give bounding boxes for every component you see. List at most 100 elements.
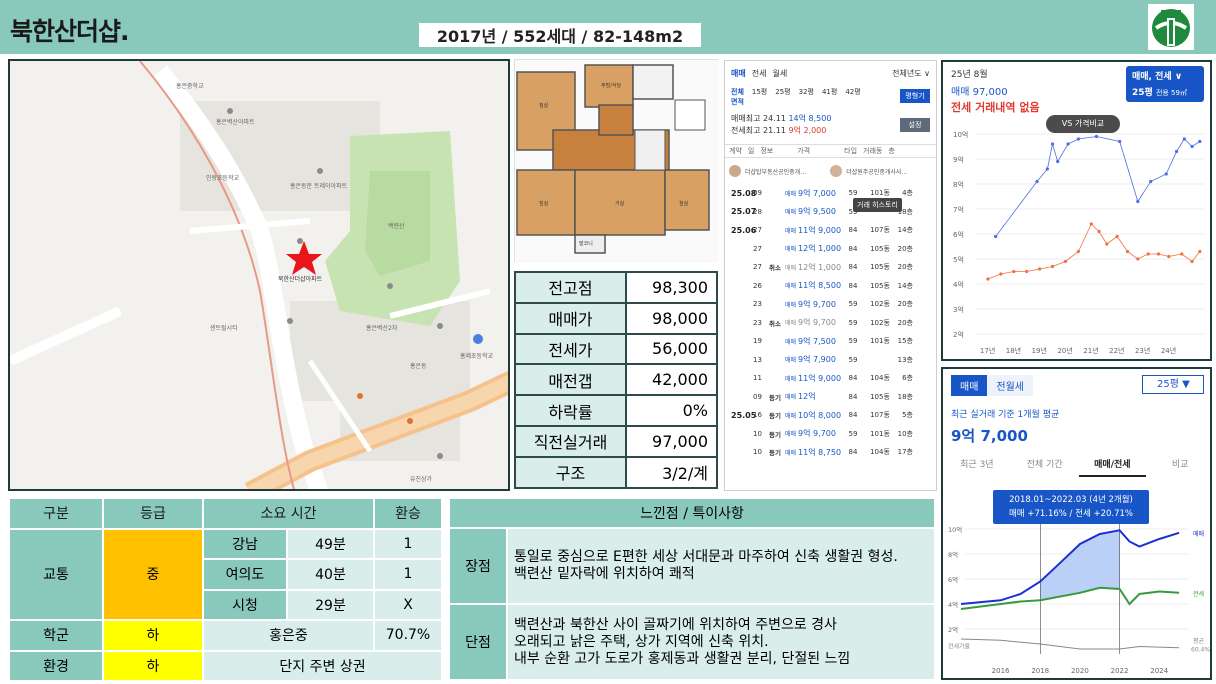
price-label: 구조	[514, 455, 627, 489]
tx-type: 59	[848, 337, 858, 346]
agent-name[interactable]: 더샵탑부동산공인중개…	[745, 167, 806, 176]
series-line	[960, 638, 1180, 650]
price-label: 전고점	[514, 271, 627, 304]
transaction-row[interactable]: 26 매매 11억 8,500 84 105동 14층	[725, 277, 936, 296]
y-tick-label: 7억	[953, 206, 964, 214]
transaction-row[interactable]: 09 등기 매매 12억 84 105동 18층	[725, 388, 936, 407]
col-header: 등급	[102, 497, 204, 530]
price-value: 98,000	[625, 301, 718, 335]
school-name: 홍은중	[202, 619, 375, 652]
price-value: 42,000	[625, 363, 718, 397]
tx-type: 84	[848, 226, 858, 235]
price-scatter-chart: 25년 8월 매매 97,000 전세 거래내역 없음 매매, 전세 ∨ 25평…	[941, 60, 1212, 361]
size-option[interactable]: 42평	[845, 87, 860, 107]
page-title: 북한산더샵.	[10, 17, 129, 46]
data-point	[1190, 144, 1194, 149]
tx-type: 84	[848, 448, 858, 457]
data-point	[1190, 259, 1194, 264]
x-tick-label: 24년	[1161, 346, 1176, 355]
price-value: 3/2/계	[625, 455, 718, 489]
price-value: 56,000	[625, 332, 718, 366]
row-label: 환경	[8, 649, 104, 682]
transaction-row[interactable]: 10 등기 매매 9억 9,700 59 101동 10층	[725, 425, 936, 444]
series-line	[987, 223, 1201, 280]
tx-floor: 18층	[897, 392, 913, 401]
tx-floor: 20층	[897, 300, 913, 309]
tx-price: 매매 9억 9,700	[785, 318, 836, 328]
transaction-row[interactable]: 25.07 28 매매 9억 9,500 59 18층	[725, 203, 936, 222]
tx-type: 84	[848, 411, 858, 420]
transaction-row[interactable]: 25.06 27 매매 11억 9,000 84 107동 14층	[725, 221, 936, 240]
data-point	[1105, 242, 1109, 246]
series-label: 매매	[1193, 530, 1204, 538]
data-point	[1164, 172, 1168, 176]
price-row: 매전갭 42,000	[514, 363, 718, 397]
transaction-row[interactable]: 27 매매 12억 1,000 84 105동 20층	[725, 240, 936, 259]
tx-floor: 14층	[897, 226, 913, 235]
year-filter-select[interactable]: 전체년도 ∨	[892, 68, 930, 79]
map-place-label: 홍은벽산2차	[366, 325, 398, 332]
map-canvas[interactable]	[10, 61, 510, 491]
data-point	[1076, 137, 1080, 141]
transaction-row[interactable]: 25.08 09 매매 9억 7,000 59 101동 4층	[725, 184, 936, 203]
y-tick-label: 4억	[953, 281, 964, 289]
size-option[interactable]: 25평	[775, 87, 790, 107]
tab-jeonse[interactable]: 전세	[752, 68, 767, 79]
y-tick-label: 2억	[953, 331, 964, 339]
map-view[interactable]: 북한산더샵아파트 홍은중학교 홍은벽산아파트 인왕초등학교 홍은동문 트레이아파…	[8, 59, 510, 491]
transaction-row[interactable]: 10 등기 매매 11억 8,750 84 104동 17층	[725, 443, 936, 462]
tx-building: 105동	[870, 281, 890, 290]
tx-type: 84	[848, 263, 858, 272]
tx-building: 101동	[870, 337, 890, 346]
tx-building: 105동	[870, 244, 890, 253]
transaction-row[interactable]: 25.05 16 등기 매매 10억 8,000 84 107동 5층	[725, 406, 936, 425]
tx-type: 84	[848, 374, 858, 383]
transaction-table-header: 계약 일 정보 가격 타입 거래동 층	[725, 144, 936, 158]
data-point	[1056, 159, 1060, 164]
tx-day: 10	[753, 429, 762, 438]
data-point	[1038, 267, 1042, 271]
transaction-row[interactable]: 19 매매 9억 7,500 59 101동 15층	[725, 332, 936, 351]
data-point	[1146, 252, 1150, 256]
size-option[interactable]: 15평	[752, 87, 767, 107]
history-tooltip: 거래 히스토리	[853, 198, 902, 212]
tx-building: 102동	[870, 300, 890, 309]
data-point	[1097, 229, 1101, 234]
env-desc: 단지 주변 상권	[202, 649, 443, 682]
size-option[interactable]: 41평	[822, 87, 837, 107]
price-row: 구조 3/2/계	[514, 455, 718, 489]
size-option[interactable]: 32평	[799, 87, 814, 107]
poi-icon	[297, 238, 303, 244]
tx-status: 등기	[769, 412, 781, 421]
travel-time: 49분	[286, 527, 375, 560]
price-label: 직전실거래	[514, 424, 627, 458]
tx-price: 매매 11억 8,750	[785, 447, 842, 457]
high-jeonse-line: 전세최고 21.11 9억 2,000	[731, 126, 827, 135]
tx-day: 19	[753, 337, 762, 346]
tx-type: 59	[848, 300, 858, 309]
x-tick-label: 2020	[1071, 667, 1089, 675]
transaction-row[interactable]: 13 매매 9억 7,900 59 13층	[725, 351, 936, 370]
agent-name[interactable]: 더샵원주공인중개사사…	[846, 167, 907, 176]
y-tick-label: 3억	[953, 306, 964, 314]
transaction-row[interactable]: 11 매매 11억 9,000 84 104동 6층	[725, 369, 936, 388]
tx-price: 매매 9억 9,700	[785, 429, 836, 439]
transfer-count: 1	[373, 558, 443, 591]
tx-price: 매매 9억 9,500	[785, 207, 836, 217]
transaction-row[interactable]: 23 취소 매매 9억 9,700 59 102동 20층	[725, 314, 936, 333]
tx-price: 매매 12억	[785, 392, 816, 402]
settings-button[interactable]: 설정	[900, 118, 930, 132]
size-all-label[interactable]: 전체 면적	[731, 87, 744, 107]
transaction-row[interactable]: 27 취소 매매 12억 1,000 84 105동 20층	[725, 258, 936, 277]
tab-monthly[interactable]: 월세	[772, 68, 787, 79]
data-point	[1066, 142, 1070, 146]
tx-floor: 5층	[902, 411, 913, 420]
tx-month: 25.05	[731, 410, 757, 420]
tx-building: 102동	[870, 318, 890, 327]
transaction-row[interactable]: 23 매매 9억 9,700 59 102동 20층	[725, 295, 936, 314]
tx-day: 10	[753, 448, 762, 457]
size-button[interactable]: 평형기	[900, 89, 930, 103]
row-label: 학군	[8, 619, 104, 652]
tab-sale[interactable]: 매매	[731, 68, 746, 79]
col-header: 구분	[8, 497, 104, 530]
